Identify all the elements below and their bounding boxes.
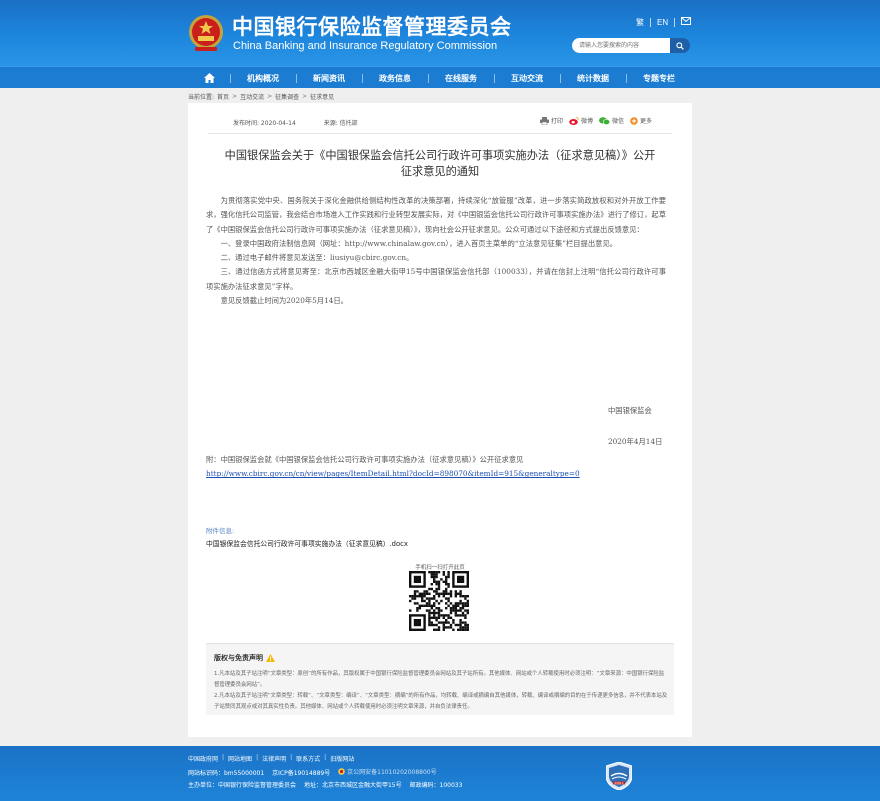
english-link[interactable]: EN	[651, 18, 674, 27]
national-emblem-icon	[189, 15, 223, 51]
qr-code	[409, 571, 469, 631]
attachments-label: 附件信息:	[206, 527, 235, 535]
publish-time: 发布时间: 2020-04-14	[233, 120, 296, 127]
related-article-link[interactable]: http://www.cbirc.gov.cn/cn/view/pages/It…	[206, 467, 676, 481]
paragraph: 三、通过信函方式将意见寄至：北京市西城区金融大街甲15号中国银保监会信托部（10…	[206, 267, 666, 291]
printer-icon	[540, 116, 549, 125]
attachment-file-link[interactable]: 中国银保监会信托公司行政许可事项实施办法（征求意见稿）.docx	[206, 538, 408, 548]
site-identifier: 网站标识码：bm55000001	[188, 770, 265, 777]
notice-body: 1.凡本站及其子站注明“文章类型：原创”的所有作品，其版权属于中国银行保险监督管…	[214, 671, 668, 710]
wechat-share-button[interactable]: 微信	[599, 116, 624, 125]
nav-home[interactable]	[188, 67, 230, 89]
breadcrumb-home[interactable]: 首页	[217, 92, 229, 101]
footer-link-gov[interactable]: 中国政府网	[188, 754, 218, 763]
attachment-note: 附：中国银保监会就《中国银保监会信托公司行政许可事项实施办法（征求意见稿）》公开…	[206, 455, 524, 464]
copyright-notice: 版权与免责声明 1.凡本站及其子站注明“文章类型：原创”的所有作品，其版权属于中…	[206, 643, 674, 715]
nav-item-statistics[interactable]: 统计数据	[560, 67, 626, 89]
host-address: 地址：北京市西城区金融大街甲15号	[303, 782, 402, 789]
search-input[interactable]	[572, 38, 671, 53]
site-footer: 中国政府网 | 网站地图 | 法律声明 | 联系方式 | 旧版网站 网站标识码：bm55…	[0, 746, 880, 801]
article-meta: 发布时间: 2020-04-14 来源: 信托部	[233, 118, 384, 127]
police-record[interactable]: 京公网安备11010202008800号	[338, 767, 437, 776]
footer-registration: 网站标识码：bm55000001 京ICP备19014889号 京公网安备110…	[188, 767, 437, 777]
paragraph: 为贯彻落实党中央、国务院关于深化金融供给侧结构性改革的决策部署，持续深化“放管服…	[206, 196, 666, 234]
print-button[interactable]: 打印	[540, 116, 563, 125]
article-panel: 发布时间: 2020-04-14 来源: 信托部 打印 微博 微信 更多 中国银…	[188, 103, 692, 737]
weibo-share-button[interactable]: 微博	[569, 116, 593, 125]
search-button[interactable]	[670, 38, 690, 53]
breadcrumb-label: 当前位置:	[188, 94, 215, 101]
nav-item-about[interactable]: 机构概况	[230, 67, 296, 89]
article-body: 为贯彻落实党中央、国务院关于深化金融供给侧结构性改革的决策部署，持续深化“放管服…	[206, 194, 666, 308]
breadcrumb: 当前位置: 首页 > 互动交流 > 征集调查 > 征求意见	[188, 92, 335, 101]
article-signature: 中国银保监会	[608, 406, 652, 415]
qr-caption: 手机扫一扫打开此页	[415, 565, 465, 571]
footer-host: 主办单位：中国银行保险监督管理委员会 地址：北京市西城区金融大街甲15号 邮政编…	[188, 780, 462, 789]
search-icon	[676, 41, 685, 50]
weibo-icon	[569, 116, 579, 125]
plus-icon	[630, 116, 638, 125]
breadcrumb-survey[interactable]: 征集调查	[275, 92, 299, 101]
paragraph: 一、登录中国政府法制信息网（网址：http://www.chinalaw.gov…	[220, 238, 618, 248]
site-title-cn: 中国银行保险监督管理委员会	[232, 15, 512, 39]
paragraph: 二、通过电子邮件将意见发送至：liusiyu@cbirc.gov.cn。	[220, 253, 414, 263]
more-share-button[interactable]: 更多	[630, 116, 652, 125]
mail-icon[interactable]	[675, 17, 697, 27]
breadcrumb-consultation[interactable]: 征求意见	[310, 92, 334, 101]
search-box	[572, 38, 690, 53]
article-date: 2020年4月14日	[608, 437, 663, 446]
related-link-block: 附：中国银保监会就《中国银保监会信托公司行政许可事项实施办法（征求意见稿）》公开…	[206, 453, 676, 482]
host-postcode: 邮政编码：100033	[409, 782, 463, 789]
site-title-en: China Banking and Insurance Regulatory C…	[233, 40, 498, 52]
nav-item-online-service[interactable]: 在线服务	[428, 67, 494, 89]
site-header: 中国银行保险监督管理委员会 China Banking and Insuranc…	[0, 0, 880, 66]
footer-link-sitemap[interactable]: 网站地图	[228, 754, 252, 763]
breadcrumb-interaction[interactable]: 互动交流	[240, 92, 264, 101]
nav-item-news[interactable]: 新闻资讯	[296, 67, 362, 89]
footer-link-legal[interactable]: 法律声明	[262, 754, 286, 763]
article-title: 中国银保监会关于《中国银保监会信托公司行政许可事项实施办法（征求意见稿）》公开 …	[224, 149, 656, 178]
nav-item-interaction[interactable]: 互动交流	[494, 67, 560, 89]
host-unit: 主办单位：中国银行保险监督管理委员会	[188, 782, 297, 789]
divider	[208, 133, 672, 134]
traditional-chinese-link[interactable]: 繁	[630, 17, 650, 28]
main-nav: 机构概况 新闻资讯 政务信息 在线服务 互动交流 统计数据 专题专栏	[0, 66, 880, 88]
share-bar: 打印 微博 微信 更多	[540, 116, 658, 125]
header-tools: 繁 EN	[630, 15, 697, 29]
warning-icon	[266, 654, 275, 662]
footer-links: 中国政府网 | 网站地图 | 法律声明 | 联系方式 | 旧版网站	[188, 754, 355, 763]
party-government-badge[interactable]: 党政机关	[606, 762, 632, 790]
footer-link-old-site[interactable]: 旧版网站	[330, 754, 354, 763]
wechat-icon	[599, 116, 611, 125]
nav-item-special-topics[interactable]: 专题专栏	[626, 67, 692, 89]
police-badge-icon	[338, 768, 345, 775]
icp-link[interactable]: 京ICP备19014889号	[272, 770, 330, 777]
notice-title: 版权与免责声明	[214, 653, 275, 663]
badge-label: 党政机关	[614, 781, 624, 785]
paragraph: 意见反馈截止时间为2020年5月14日。	[220, 296, 348, 306]
article-source: 来源: 信托部	[323, 120, 358, 127]
nav-item-government-info[interactable]: 政务信息	[362, 67, 428, 89]
home-icon	[203, 73, 215, 83]
footer-link-contact[interactable]: 联系方式	[296, 754, 320, 763]
